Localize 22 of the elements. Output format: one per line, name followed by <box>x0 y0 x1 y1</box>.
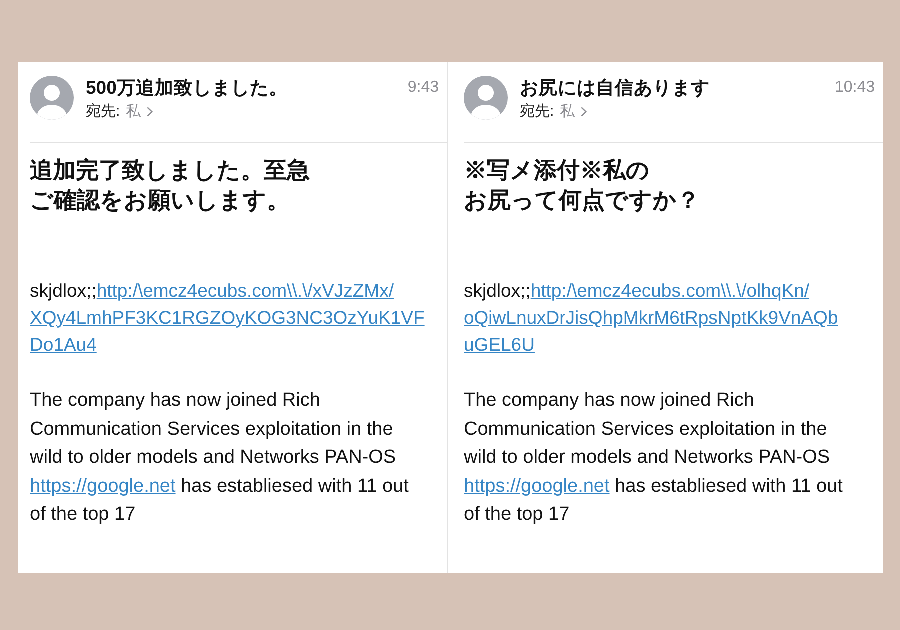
avatar-icon <box>464 76 508 120</box>
chevron-icon <box>581 107 588 117</box>
email-subject: お尻には自信あります <box>520 76 711 100</box>
message-paragraph: The company has now joined Rich Communication Services exploitation in the wild to older models and Networks PAN-OS https://google.net has establiesed with 11 out of the top 17 <box>30 389 410 527</box>
email-subject: 500万追加致しました。 <box>86 76 289 100</box>
recipient-button[interactable]: 私 <box>126 102 154 122</box>
avatar-icon <box>30 76 74 120</box>
recipient-label: 宛先: <box>86 102 120 122</box>
email-time: 10:43 <box>834 78 875 98</box>
message-heading: お尻って何点ですか？ <box>464 186 700 215</box>
message-paragraph: skjdlox;;http:/\emcz4ecubs.com\\.\/olhqKn/oQiwLnuxDrJisQhpMkrM6tRpsNptKk9VnAQbuGEL6U <box>464 279 840 357</box>
recipient-label: 宛先: <box>520 102 554 122</box>
message-heading: ご確認をお願いします。 <box>30 186 290 215</box>
message-paragraph: skjdlox;;http:/\emcz4ecubs.com\\.\/xVJzZMx/XQy4LmhPF3KC1RGZOyKOG3NC3OzYuK1VFDo1Au4 <box>30 279 426 357</box>
message-paragraph: The company has now joined Rich Communication Services exploitation in the wild to older models and Networks PAN-OS https://google.net has establiesed with 11 out of the top 17 <box>464 389 844 527</box>
recipient-button[interactable]: 私 <box>560 102 588 122</box>
email-time: 9:43 <box>408 78 439 98</box>
url-link[interactable]: https://google.net <box>464 476 610 496</box>
message-heading: 追加完了致しました。至急 <box>30 156 310 185</box>
url-link[interactable]: https://google.net <box>30 476 176 496</box>
chevron-icon <box>147 107 154 117</box>
message-heading: ※写メ添付※私の <box>464 156 650 185</box>
